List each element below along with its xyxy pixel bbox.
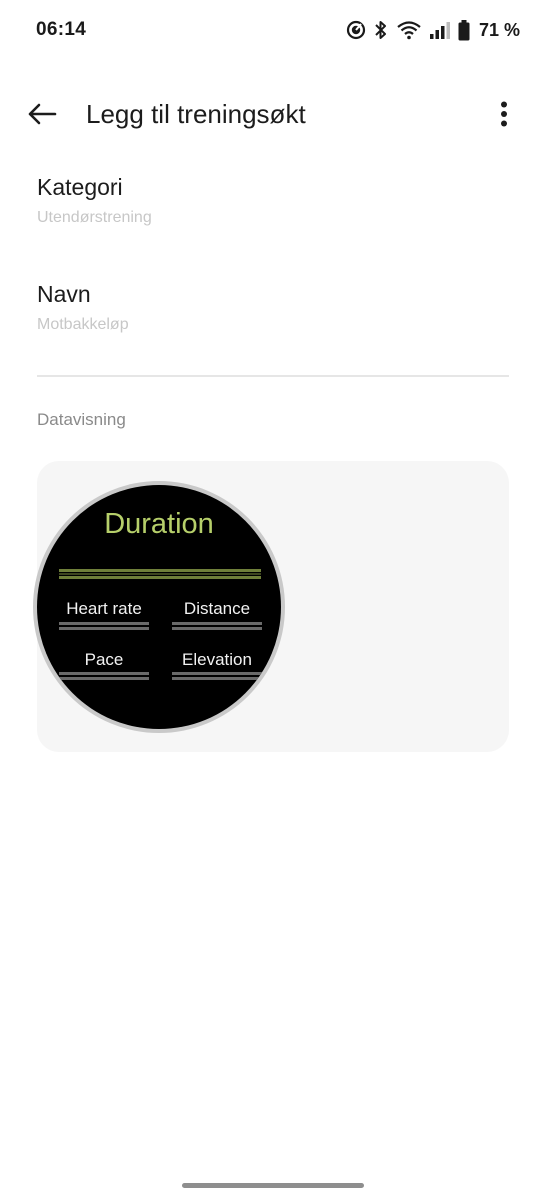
more-options-button[interactable]	[486, 98, 522, 134]
watch-field-line	[172, 672, 262, 680]
watch-face-preview: Duration Heart rate Distance Pace Elevat…	[37, 485, 281, 729]
name-value: Motbakkeløp	[37, 316, 129, 333]
category-label: Kategori	[37, 174, 123, 200]
app-bar: Legg til treningsøkt	[0, 86, 546, 146]
name-field[interactable]: Navn Motbakkeløp	[37, 280, 509, 335]
status-time: 06:14	[36, 19, 87, 40]
watch-title-duration: Duration	[104, 508, 214, 540]
watch-field-line	[172, 622, 262, 630]
data-view-section-label: Datavisning	[37, 410, 126, 429]
page-title: Legg til treningsøkt	[86, 99, 306, 129]
category-value: Utendørstrening	[37, 209, 152, 226]
status-icons: 71 %	[346, 18, 520, 42]
watch-field-line	[59, 622, 149, 630]
watch-field-pace: Pace	[84, 650, 124, 669]
arrow-back-icon	[27, 102, 57, 131]
status-bar: 06:14 71 %	[0, 0, 546, 60]
home-indicator[interactable]	[182, 1183, 364, 1188]
watch-field-line	[59, 672, 149, 680]
wifi-icon	[396, 20, 422, 40]
watch-field-elevation: Elevation	[182, 650, 252, 669]
gps-target-icon	[346, 20, 366, 40]
divider	[37, 375, 509, 377]
category-field[interactable]: Kategori Utendørstrening	[37, 173, 509, 228]
back-button[interactable]	[24, 98, 60, 134]
bluetooth-icon	[373, 20, 389, 40]
more-vert-icon	[500, 101, 508, 132]
data-view-card[interactable]: Duration Heart rate Distance Pace Elevat…	[37, 461, 509, 752]
watch-title-bar	[59, 569, 261, 579]
battery-percent: 71 %	[478, 19, 520, 40]
watch-field-heart-rate: Heart rate	[66, 599, 142, 618]
watch-field-distance: Distance	[183, 599, 251, 618]
name-label: Navn	[37, 281, 91, 307]
battery-icon	[458, 19, 470, 41]
signal-icon	[429, 20, 451, 40]
